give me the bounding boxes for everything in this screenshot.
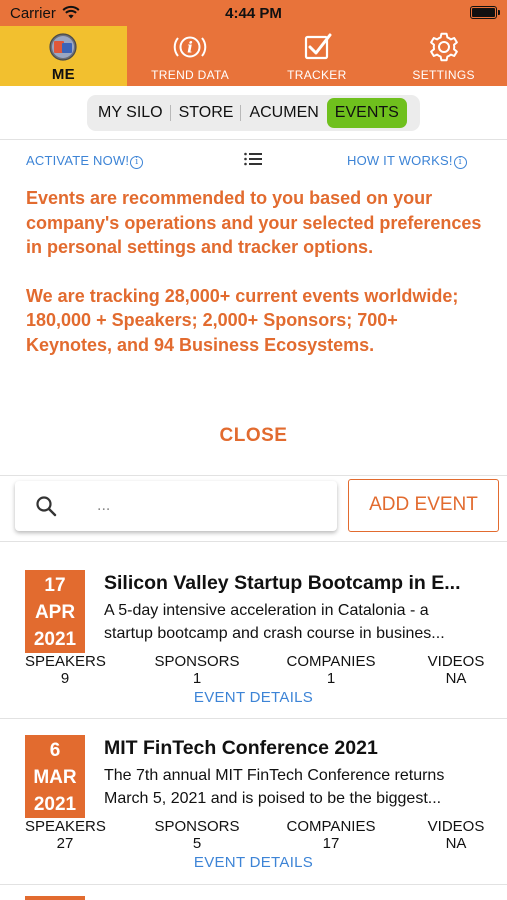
stat-value: 1 bbox=[326, 669, 336, 687]
divider bbox=[0, 541, 507, 542]
stat-label: SPEAKERS bbox=[25, 818, 106, 835]
divider bbox=[0, 475, 507, 476]
how-it-works-label: HOW IT WORKS! bbox=[347, 153, 453, 168]
stat-videos: VIDEOS NA bbox=[425, 818, 487, 852]
events-info-text: Events are recommended to you based on y… bbox=[26, 186, 486, 357]
stat-videos: VIDEOS NA bbox=[425, 653, 487, 687]
tab-trend-data[interactable]: i TREND DATA bbox=[127, 26, 254, 86]
stat-sponsors: SPONSORS 1 bbox=[153, 653, 241, 687]
info-icon: i bbox=[130, 156, 144, 169]
section-segmented-control: MY SILO STORE ACUMEN EVENTS bbox=[87, 95, 420, 131]
segment-my-silo[interactable]: MY SILO bbox=[90, 98, 171, 128]
status-bar: Carrier 4:44 PM bbox=[0, 0, 507, 26]
svg-text:i: i bbox=[187, 39, 193, 57]
event-year: 2021 bbox=[33, 629, 77, 650]
stat-value: 5 bbox=[192, 834, 202, 852]
event-date-badge: 6 MAR 2021 bbox=[25, 735, 85, 818]
links-row: ACTIVATE NOW! i HOW IT WORKS! i bbox=[0, 150, 507, 174]
segment-events[interactable]: EVENTS bbox=[326, 98, 407, 128]
avatar-icon bbox=[49, 33, 77, 61]
stat-label: SPEAKERS bbox=[25, 653, 106, 670]
divider bbox=[0, 139, 507, 140]
stat-value: 27 bbox=[56, 834, 74, 852]
tab-tracker[interactable]: TRACKER bbox=[254, 26, 381, 86]
stat-value: 17 bbox=[322, 834, 340, 852]
stat-sponsors: SPONSORS 5 bbox=[153, 818, 241, 852]
info-paragraph-2: We are tracking 28,000+ current events w… bbox=[26, 285, 459, 355]
stat-label: COMPANIES bbox=[286, 653, 376, 670]
stat-value: NA bbox=[445, 669, 467, 687]
stat-label: VIDEOS bbox=[427, 653, 485, 670]
tab-me[interactable]: ME bbox=[0, 26, 127, 86]
stat-label: SPONSORS bbox=[154, 653, 240, 670]
battery-icon bbox=[470, 6, 500, 19]
segment-acumen[interactable]: ACUMEN bbox=[241, 98, 326, 128]
stat-speakers: SPEAKERS 9 bbox=[25, 653, 106, 687]
event-details-link[interactable]: EVENT DETAILS bbox=[0, 854, 507, 871]
add-event-button[interactable]: ADD EVENT bbox=[348, 479, 499, 532]
event-details-link[interactable]: EVENT DETAILS bbox=[0, 689, 507, 706]
tab-me-label: ME bbox=[51, 66, 75, 83]
stat-label: VIDEOS bbox=[427, 818, 485, 835]
event-day: 17 bbox=[44, 575, 66, 596]
stat-value: 9 bbox=[60, 669, 70, 687]
event-stats: SPEAKERS 27 SPONSORS 5 COMPANIES 17 VIDEOS N… bbox=[25, 818, 487, 853]
event-date-badge: 17 APR 2021 bbox=[25, 570, 85, 653]
stat-value: 1 bbox=[192, 669, 202, 687]
event-description-line: March 5, 2021 and is poised to be the bi… bbox=[104, 789, 442, 807]
checkbox-icon bbox=[304, 33, 332, 60]
event-description-line: The 7th annual MIT FinTech Conference re… bbox=[104, 767, 445, 784]
search-icon bbox=[36, 496, 57, 517]
stat-companies: COMPANIES 17 bbox=[283, 818, 379, 852]
stat-label: SPONSORS bbox=[154, 818, 240, 835]
tab-trend-data-label: TREND DATA bbox=[151, 68, 230, 82]
top-tab-bar: ME i TREND DATA TRACKER SETTINGS bbox=[0, 26, 507, 86]
info-paragraph-1: Events are recommended to you based on y… bbox=[26, 188, 482, 257]
activate-now-label: ACTIVATE NOW! bbox=[26, 153, 130, 168]
event-month: MAR bbox=[33, 767, 77, 788]
event-card[interactable]: 17 APR 2021 Silicon Valley Startup Bootc… bbox=[0, 570, 507, 730]
event-description-line: A 5-day intensive acceleration in Catalo… bbox=[104, 602, 429, 619]
list-icon[interactable] bbox=[243, 151, 263, 167]
stat-value: NA bbox=[445, 834, 467, 852]
gear-icon bbox=[429, 32, 458, 62]
tab-settings-label: SETTINGS bbox=[412, 68, 475, 82]
event-month: APR bbox=[34, 602, 76, 623]
event-card[interactable]: 6 MAR 2021 MIT FinTech Conference 2021 T… bbox=[0, 735, 507, 895]
event-day: 6 bbox=[49, 740, 61, 761]
activate-now-link[interactable]: ACTIVATE NOW! i bbox=[26, 153, 144, 169]
divider bbox=[0, 884, 507, 885]
event-description: The 7th annual MIT FinTech Conference re… bbox=[104, 765, 484, 810]
event-date-badge bbox=[25, 896, 85, 900]
event-title: Silicon Valley Startup Bootcamp in E... bbox=[104, 572, 461, 594]
close-button[interactable]: CLOSE bbox=[0, 425, 507, 447]
info-icon: i bbox=[453, 156, 467, 169]
segment-store[interactable]: STORE bbox=[171, 98, 242, 128]
how-it-works-link[interactable]: HOW IT WORKS! i bbox=[347, 153, 467, 169]
stat-label: COMPANIES bbox=[286, 818, 376, 835]
event-description: A 5-day intensive acceleration in Catalo… bbox=[104, 600, 484, 645]
event-title: MIT FinTech Conference 2021 bbox=[104, 737, 378, 759]
event-stats: SPEAKERS 9 SPONSORS 1 COMPANIES 1 VIDEOS NA bbox=[25, 653, 487, 688]
event-description-line: startup bootcamp and crash course in bus… bbox=[104, 624, 445, 642]
stat-speakers: SPEAKERS 27 bbox=[25, 818, 106, 852]
stat-companies: COMPANIES 1 bbox=[283, 653, 379, 687]
event-year: 2021 bbox=[33, 794, 77, 815]
info-broadcast-icon: i bbox=[173, 36, 207, 58]
tab-settings[interactable]: SETTINGS bbox=[380, 26, 507, 86]
search-input[interactable]: ... bbox=[15, 481, 337, 531]
divider bbox=[0, 718, 507, 719]
search-placeholder: ... bbox=[97, 497, 111, 514]
tab-tracker-label: TRACKER bbox=[287, 68, 347, 82]
clock: 4:44 PM bbox=[225, 5, 282, 22]
